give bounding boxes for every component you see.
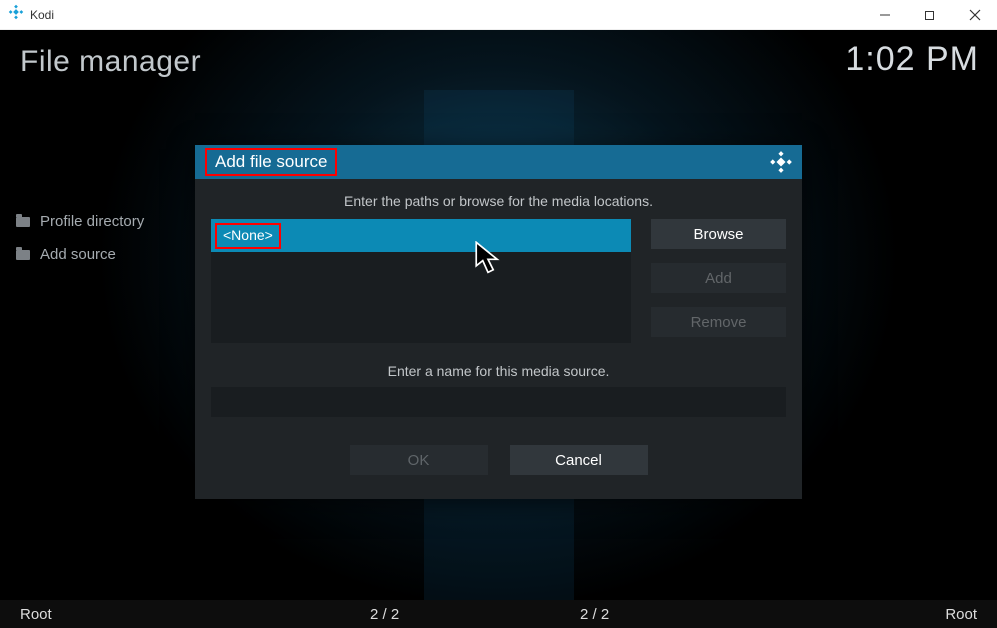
- button-label: Remove: [691, 314, 747, 331]
- button-label: Add: [705, 270, 732, 287]
- annotation-highlight: Add file source: [205, 148, 337, 176]
- list-item-label: Profile directory: [40, 213, 144, 230]
- window-titlebar: Kodi: [0, 0, 997, 30]
- media-name-input[interactable]: [211, 387, 786, 417]
- page-title: File manager: [20, 45, 201, 79]
- minimize-button[interactable]: [862, 0, 907, 30]
- annotation-highlight: <None>: [215, 223, 281, 249]
- window-title: Kodi: [30, 8, 54, 22]
- button-label: OK: [408, 452, 430, 469]
- path-entry[interactable]: <None>: [211, 219, 631, 252]
- status-left-path: Root: [20, 606, 52, 623]
- status-left-count: 2 / 2: [370, 606, 399, 623]
- list-item-label: Add source: [40, 246, 116, 263]
- status-bar: Root 2 / 2 2 / 2 Root: [0, 600, 997, 628]
- clock: 1:02 PM: [845, 40, 979, 79]
- cancel-button[interactable]: Cancel: [510, 445, 648, 475]
- folder-icon: [16, 217, 30, 227]
- path-value: <None>: [223, 227, 273, 243]
- status-right-count: 2 / 2: [580, 606, 609, 623]
- close-button[interactable]: [952, 0, 997, 30]
- window-controls: [862, 0, 997, 30]
- dialog-header: Add file source: [195, 145, 802, 179]
- dialog-title: Add file source: [215, 152, 327, 171]
- dialog-instruction-paths: Enter the paths or browse for the media …: [195, 179, 802, 219]
- folder-icon: [16, 250, 30, 260]
- browse-button[interactable]: Browse: [651, 219, 786, 249]
- kodi-icon: [8, 4, 24, 25]
- add-file-source-dialog: Add file source Enter the paths or brows…: [195, 145, 802, 499]
- kodi-logo-icon: [770, 151, 792, 178]
- remove-button[interactable]: Remove: [651, 307, 786, 337]
- ok-button[interactable]: OK: [350, 445, 488, 475]
- app-body: File manager 1:02 PM Profile directory A…: [0, 30, 997, 628]
- status-right-path: Root: [945, 606, 977, 623]
- paths-list: <None>: [211, 219, 631, 343]
- maximize-button[interactable]: [907, 0, 952, 30]
- dialog-instruction-name: Enter a name for this media source.: [195, 343, 802, 387]
- button-label: Cancel: [555, 452, 602, 469]
- add-button[interactable]: Add: [651, 263, 786, 293]
- button-label: Browse: [693, 226, 743, 243]
